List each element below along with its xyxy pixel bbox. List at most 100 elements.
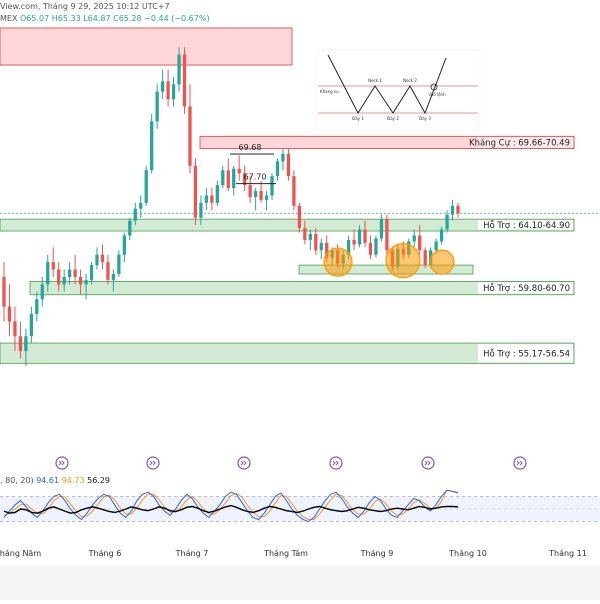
bottom-circle-2 bbox=[385, 243, 421, 279]
candle-body[interactable] bbox=[270, 176, 274, 196]
candle-body[interactable] bbox=[188, 106, 192, 166]
candle-body[interactable] bbox=[412, 235, 416, 242]
candle-body[interactable] bbox=[286, 153, 291, 177]
candle-body[interactable] bbox=[210, 195, 214, 203]
candle-body[interactable] bbox=[199, 202, 203, 218]
x-axis-label-3: Tháng 7 bbox=[175, 549, 209, 558]
candle-body[interactable] bbox=[144, 170, 148, 203]
support-zone-1-label: Hỗ Trợ : 64.10-64.90 bbox=[483, 220, 570, 231]
candle-body[interactable] bbox=[379, 219, 384, 239]
support-zone-2-label: Hỗ Trợ : 59.80-60.70 bbox=[483, 283, 570, 294]
candle-body[interactable] bbox=[62, 276, 66, 285]
chart-area[interactable]: Kháng Cự : 69.66-70.49 Hỗ Trợ : 64.10-64.… bbox=[0, 0, 600, 600]
candle-body[interactable] bbox=[385, 219, 389, 251]
chart-header-line1: View.com, Tháng 9 29, 2025 10:12 UTC+7 bbox=[0, 2, 170, 11]
inset-left-label: Khang cu bbox=[320, 89, 339, 94]
candle-body[interactable] bbox=[117, 254, 121, 274]
candle-body[interactable] bbox=[84, 279, 88, 285]
candle-body[interactable] bbox=[357, 229, 362, 245]
candle-body[interactable] bbox=[221, 170, 225, 186]
candle-body[interactable] bbox=[259, 191, 263, 200]
candle-body[interactable] bbox=[40, 284, 44, 300]
candle-body[interactable] bbox=[150, 121, 154, 171]
candle-body[interactable] bbox=[46, 262, 50, 285]
candle-body[interactable] bbox=[363, 229, 367, 243]
candle-body[interactable] bbox=[139, 202, 143, 209]
candle-body[interactable] bbox=[264, 195, 269, 200]
candle-body[interactable] bbox=[13, 321, 17, 337]
event-icon-2[interactable] bbox=[146, 456, 160, 470]
candle-body[interactable] bbox=[450, 205, 455, 215]
candle-body[interactable] bbox=[57, 269, 61, 285]
candle-body[interactable] bbox=[303, 228, 307, 240]
candle-body[interactable] bbox=[160, 81, 165, 92]
candle-body[interactable] bbox=[128, 220, 132, 236]
candle-body[interactable] bbox=[122, 235, 126, 255]
candle-body[interactable] bbox=[193, 165, 198, 218]
candle-body[interactable] bbox=[352, 239, 356, 245]
candle-body[interactable] bbox=[73, 269, 77, 277]
candle-body[interactable] bbox=[439, 229, 444, 242]
candle-body[interactable] bbox=[51, 262, 55, 270]
support-zone-3-label: Hỗ Trợ : 55.17-56.54 bbox=[483, 348, 570, 359]
stoch-k-value: 94.61 bbox=[36, 476, 60, 485]
candle-body[interactable] bbox=[418, 235, 422, 251]
candle-body[interactable] bbox=[182, 54, 187, 107]
candle-body[interactable] bbox=[374, 238, 378, 255]
candle-body[interactable] bbox=[24, 336, 28, 352]
candle-body[interactable] bbox=[445, 214, 449, 230]
candle-body[interactable] bbox=[434, 241, 438, 251]
event-icon-6[interactable] bbox=[513, 456, 527, 470]
candle-body[interactable] bbox=[7, 306, 12, 322]
candle-body[interactable] bbox=[215, 185, 219, 203]
candle-body[interactable] bbox=[423, 250, 427, 266]
candle-body[interactable] bbox=[232, 168, 236, 189]
candle-body[interactable] bbox=[237, 168, 241, 174]
stoch-extra-value: 56.29 bbox=[87, 476, 111, 485]
candle-body[interactable] bbox=[100, 254, 105, 263]
candle-body[interactable] bbox=[297, 205, 302, 229]
event-icon-4[interactable] bbox=[329, 456, 343, 470]
candle-body[interactable] bbox=[275, 161, 280, 177]
event-icon-1[interactable] bbox=[55, 456, 69, 470]
candle-body[interactable] bbox=[95, 254, 99, 266]
candle-body[interactable] bbox=[18, 336, 23, 352]
candle-body[interactable] bbox=[78, 276, 83, 285]
event-icon-5[interactable] bbox=[421, 456, 435, 470]
price-chart[interactable]: Kháng Cự : 69.66-70.49 Hỗ Trợ : 64.10-64.… bbox=[0, 0, 600, 600]
candle-body[interactable] bbox=[368, 242, 373, 255]
x-axis-label-1: Tháng Năm bbox=[0, 549, 41, 558]
candle-body[interactable] bbox=[204, 195, 209, 203]
candle-body[interactable] bbox=[29, 314, 33, 337]
candle-body[interactable] bbox=[253, 191, 258, 197]
inset-low3-label: Đáy 3 bbox=[419, 116, 431, 121]
candle-body[interactable] bbox=[106, 262, 110, 280]
ohlc-low: L64.87 bbox=[83, 14, 111, 23]
candle-body[interactable] bbox=[281, 153, 285, 162]
peak2-label: 67.70 bbox=[244, 173, 267, 182]
candle-body[interactable] bbox=[171, 84, 176, 100]
ohlc-open: O65.07 bbox=[19, 14, 50, 23]
stoch-d-value: 94.73 bbox=[61, 476, 85, 485]
candle-body[interactable] bbox=[248, 185, 252, 197]
candle-body[interactable] bbox=[133, 208, 137, 221]
candle-body[interactable] bbox=[2, 276, 6, 307]
x-axis-label-2: Tháng 6 bbox=[88, 549, 122, 558]
candle-body[interactable] bbox=[155, 91, 159, 122]
candle-body[interactable] bbox=[177, 54, 181, 85]
candle-body[interactable] bbox=[292, 176, 296, 206]
header-symbol: MEX bbox=[0, 14, 18, 23]
candle-body[interactable] bbox=[67, 269, 72, 277]
candle-body[interactable] bbox=[308, 233, 312, 240]
candle-body[interactable] bbox=[35, 299, 39, 315]
candle-body[interactable] bbox=[456, 205, 460, 214]
candle-body[interactable] bbox=[314, 233, 318, 251]
candle-body[interactable] bbox=[226, 170, 230, 189]
candle-body[interactable] bbox=[319, 242, 323, 251]
candle-body[interactable] bbox=[166, 81, 170, 100]
ohlc-close: C65.28 bbox=[113, 14, 142, 23]
candle-body[interactable] bbox=[111, 274, 116, 280]
event-icon-3[interactable] bbox=[237, 456, 251, 470]
peak1-label: 69.68 bbox=[239, 143, 262, 152]
candle-body[interactable] bbox=[89, 265, 94, 280]
